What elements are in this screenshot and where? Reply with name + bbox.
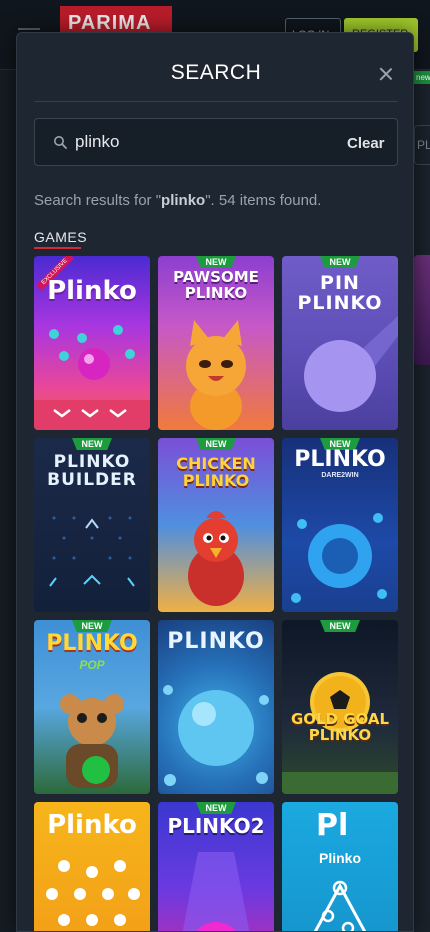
section-title-games: GAMES — [34, 229, 88, 245]
results-summary: Search results for "plinko". 54 items fo… — [34, 192, 322, 209]
new-badge: NEW — [320, 256, 360, 268]
game-tile[interactable]: Plinko — [34, 802, 150, 931]
game-title: PLINKO — [167, 629, 265, 654]
modal-title: SEARCH — [170, 61, 262, 84]
game-subtitle: Plinko — [318, 850, 361, 866]
search-input[interactable] — [75, 129, 325, 155]
background-game-tile — [414, 255, 430, 365]
game-title: PLINKO — [46, 631, 138, 656]
game-title: Plinko — [47, 810, 137, 840]
game-title: Plinko — [47, 276, 137, 306]
game-title: PLINKO BUILDER — [47, 452, 137, 490]
game-subtitle: POP — [79, 658, 105, 672]
game-art — [60, 694, 124, 788]
game-tile[interactable]: NEW PLINKO POP — [34, 620, 150, 794]
game-title: PLINKO2 — [167, 814, 265, 838]
game-tile[interactable]: NEW PLINKO2 — [158, 802, 274, 931]
background-new-badge: new — [414, 71, 430, 84]
game-title: PIN PLINKO — [297, 272, 383, 314]
game-art — [182, 852, 250, 931]
game-title: PLINKO — [294, 447, 386, 472]
game-art — [163, 685, 269, 786]
game-tile[interactable]: NEW PLINKO BUILDER — [34, 438, 150, 612]
game-art — [49, 516, 135, 587]
game-tile[interactable]: EXCLUSIVE Plinko — [34, 256, 150, 430]
game-title: Pl — [316, 808, 349, 843]
game-tile[interactable]: NEW PLINKO DARE2WIN — [282, 438, 398, 612]
close-icon[interactable] — [375, 63, 397, 85]
game-tile[interactable]: NEW PIN PLINKO — [282, 256, 398, 430]
game-subtitle: DARE2WIN — [321, 472, 359, 479]
game-art — [304, 316, 398, 412]
game-art — [291, 513, 387, 603]
clear-button[interactable]: Clear — [347, 135, 385, 152]
game-art — [186, 320, 246, 430]
game-title: PAWSOME PLINKO — [173, 268, 259, 302]
new-badge: NEW — [196, 256, 236, 268]
game-title: CHICKEN PLINKO — [176, 454, 256, 490]
background-chip: PL — [414, 125, 430, 165]
search-field: Clear — [34, 118, 398, 166]
game-art — [188, 511, 244, 606]
new-badge: NEW — [196, 802, 236, 814]
games-grid: EXCLUSIVE Plinko NEW PAWSOME PLINKO NEW … — [34, 256, 398, 931]
background-content — [414, 70, 430, 932]
game-art — [313, 880, 367, 931]
game-tile[interactable]: NEW PAWSOME PLINKO — [158, 256, 274, 430]
search-modal: SEARCH Clear Search results for "plinko"… — [16, 32, 414, 932]
new-badge: NEW — [72, 438, 112, 450]
section-underline — [34, 247, 81, 249]
game-tile[interactable]: NEW CHICKEN PLINKO — [158, 438, 274, 612]
game-tile[interactable]: Pl Plinko — [282, 802, 398, 931]
game-art — [46, 860, 140, 926]
game-tile[interactable]: NEW GOLD GOAL PLINKO — [282, 620, 398, 794]
new-badge: NEW — [196, 438, 236, 450]
menu-icon — [18, 28, 40, 30]
search-icon — [54, 136, 67, 149]
game-art — [34, 325, 150, 430]
game-title: GOLD GOAL PLINKO — [290, 710, 390, 744]
divider — [34, 101, 398, 102]
game-tile[interactable]: PLINKO — [158, 620, 274, 794]
new-badge: NEW — [320, 620, 360, 632]
